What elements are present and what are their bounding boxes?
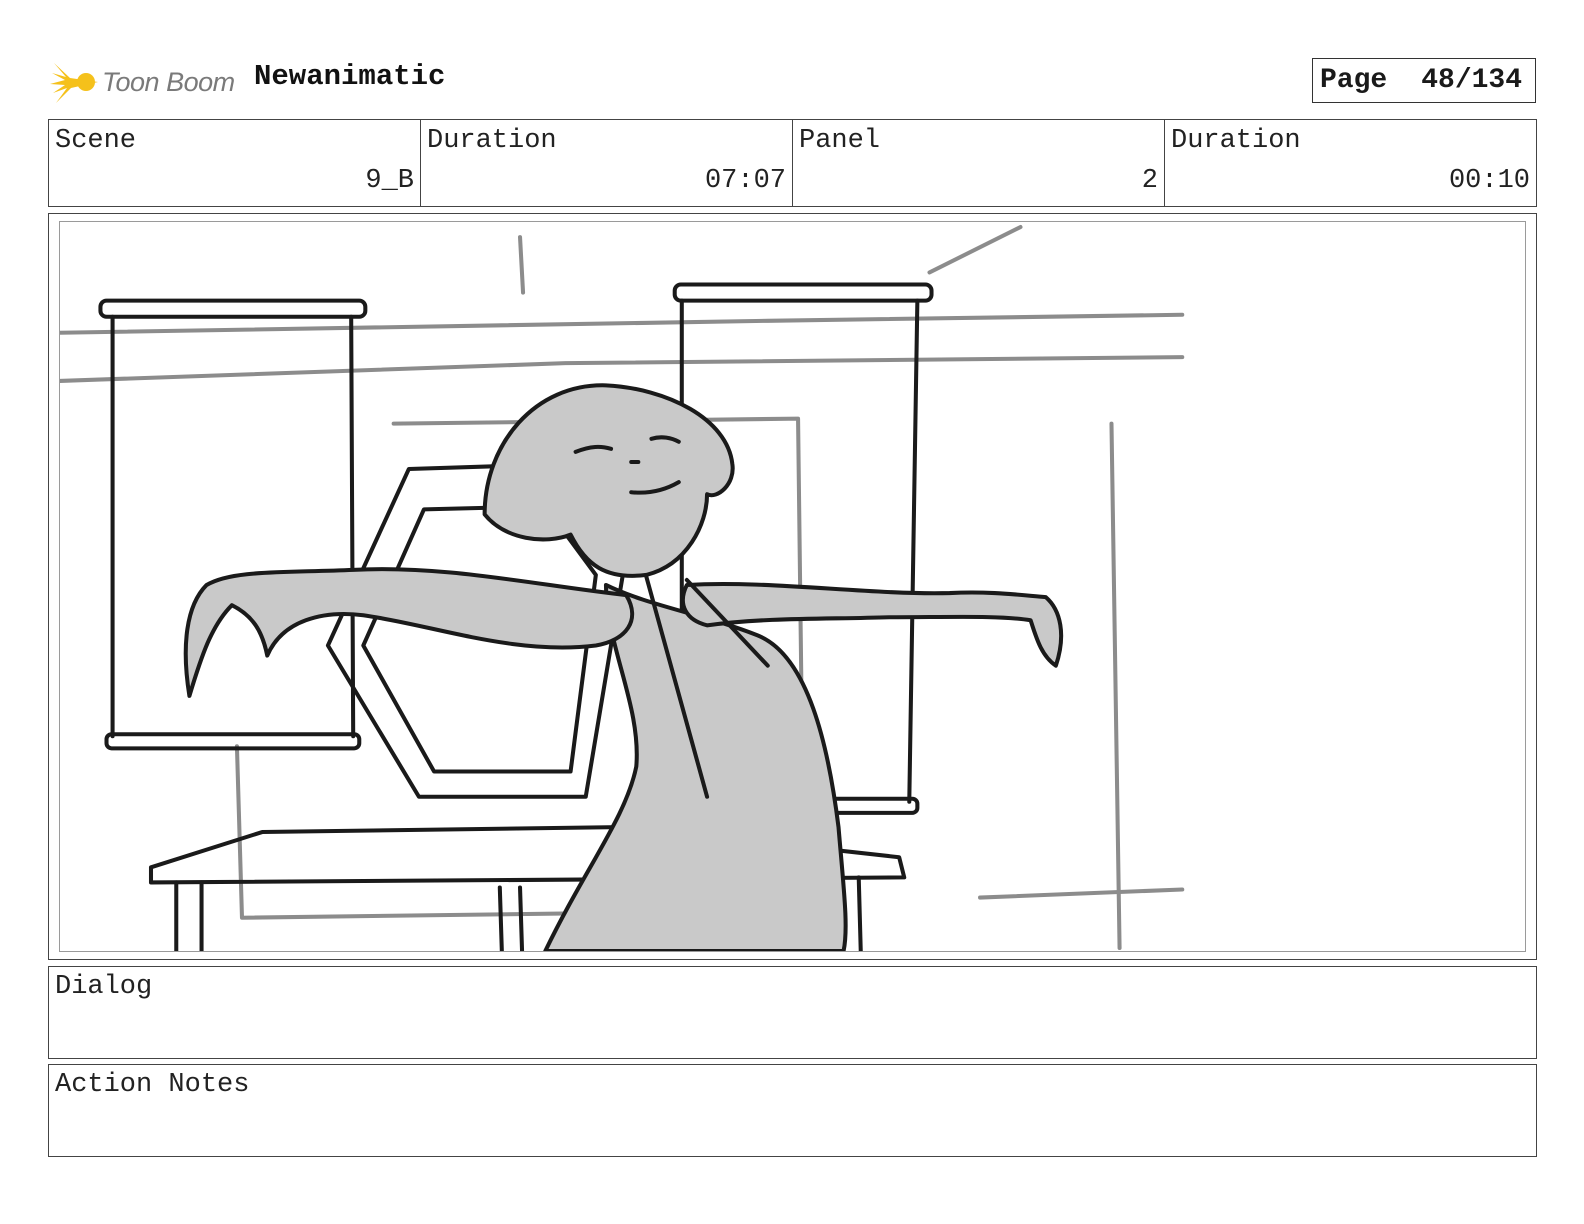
scene-cell: Scene 9_B <box>49 120 421 206</box>
project-title: Newanimatic <box>254 60 446 93</box>
storyboard-panel <box>48 213 1537 960</box>
panel-duration-cell: Duration 00:10 <box>1165 120 1536 206</box>
action-notes-box: Action Notes <box>48 1064 1537 1157</box>
toon-boom-logo: Toon Boom <box>50 54 235 110</box>
scene-duration-label: Duration <box>427 126 557 156</box>
storyboard-sketch <box>60 225 1185 951</box>
page-indicator: Page 48/134 <box>1312 58 1536 103</box>
page-label: Page <box>1320 65 1388 96</box>
panel-cell: Panel 2 <box>793 120 1165 206</box>
page-number: 48/134 <box>1421 65 1523 96</box>
dialog-box: Dialog <box>48 966 1537 1059</box>
toon-boom-burst-icon <box>50 63 98 103</box>
panel-duration-label: Duration <box>1171 126 1301 156</box>
panel-drawing-area <box>59 221 1526 952</box>
scene-value: 9_B <box>365 166 414 196</box>
logo-text: Toon Boom <box>102 66 235 97</box>
panel-duration-value: 00:10 <box>1448 166 1530 196</box>
scene-label: Scene <box>55 126 137 156</box>
panel-label: Panel <box>799 126 881 156</box>
panel-value: 2 <box>1141 166 1158 196</box>
action-notes-label: Action Notes <box>55 1070 250 1100</box>
scene-duration-value: 07:07 <box>704 166 786 196</box>
scene-duration-cell: Duration 07:07 <box>421 120 793 206</box>
dialog-label: Dialog <box>55 972 153 1002</box>
panel-info-row: Scene 9_B Duration 07:07 Panel 2 Duratio… <box>48 119 1537 207</box>
